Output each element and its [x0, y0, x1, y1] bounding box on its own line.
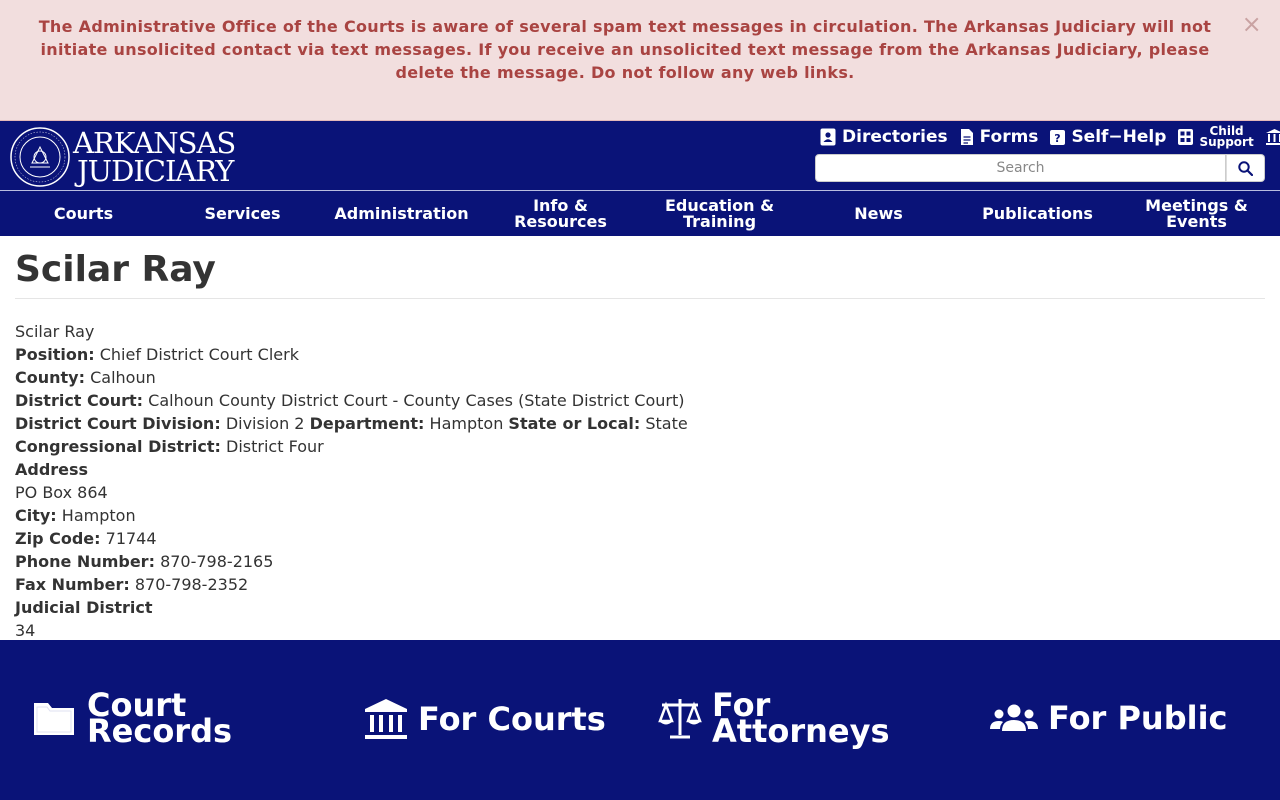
court-records-line2: Records: [87, 712, 233, 750]
forms-label: Forms: [979, 127, 1039, 147]
phone-label: Phone Number:: [15, 552, 155, 571]
folder-icon: [34, 703, 74, 735]
nav-courts[interactable]: Courts: [4, 191, 163, 236]
cut-off-utility-link[interactable]: A: [1265, 129, 1280, 145]
state-local-value: State: [645, 414, 688, 433]
child-support-link[interactable]: Child Support: [1178, 125, 1254, 149]
address-label: Address: [15, 460, 89, 479]
congressional-label: Congressional District:: [15, 437, 221, 456]
child-support-line2: Support: [1199, 135, 1254, 149]
calculator-icon: [1178, 129, 1194, 145]
nav-meetings-events[interactable]: Meetings & Events: [1117, 191, 1276, 236]
logo-line-arkansas: ARKANSAS: [73, 126, 236, 160]
city-label: City:: [15, 506, 57, 525]
address-value: PO Box 864: [15, 483, 108, 502]
logo-wordmark: ARKANSAS JUDICIARY: [73, 126, 236, 188]
quick-links-footer: Court Records For Courts For Attorneys F…: [0, 640, 1280, 800]
district-court-value: Calhoun County District Court - County C…: [148, 391, 685, 410]
directories-label: Directories: [842, 127, 948, 147]
city-row: City: Hampton: [15, 504, 1265, 527]
svg-text:?: ?: [1055, 132, 1061, 145]
courthouse-icon: [365, 699, 407, 739]
court-records-link[interactable]: Court Records: [31, 689, 233, 750]
zip-value: 71744: [105, 529, 157, 548]
county-value: Calhoun: [90, 368, 156, 387]
forms-link[interactable]: Forms: [960, 127, 1039, 147]
spam-alert-banner: The Administrative Office of the Courts …: [0, 0, 1280, 121]
site-search: [815, 154, 1265, 182]
congressional-value: District Four: [226, 437, 324, 456]
supreme-court-seal-icon: [10, 127, 70, 187]
child-support-label: Child Support: [1199, 125, 1254, 149]
phone-row: Phone Number: 870-798-2165: [15, 550, 1265, 573]
nav-publications[interactable]: Publications: [958, 191, 1117, 236]
zip-row: Zip Code: 71744: [15, 527, 1265, 550]
page-title: Scilar Ray: [15, 236, 1265, 299]
self-help-label: Self−Help: [1071, 127, 1167, 147]
city-value: Hampton: [61, 506, 136, 525]
question-square-icon: ?: [1050, 129, 1066, 145]
for-public-label: For Public: [1048, 699, 1228, 737]
division-row: District Court Division: Division 2 Depa…: [15, 412, 1265, 435]
position-row: Position: Chief District Court Clerk: [15, 343, 1265, 366]
balance-scale-icon: [658, 699, 702, 739]
state-local-label: State or Local:: [508, 414, 641, 433]
division-label: District Court Division:: [15, 414, 221, 433]
for-attorneys-line2: Attorneys: [712, 712, 890, 750]
nav-education-training[interactable]: Education & Training: [640, 191, 799, 236]
self-help-link[interactable]: ? Self−Help: [1050, 127, 1166, 147]
court-records-label: Court Records: [87, 689, 233, 750]
fax-row: Fax Number: 870-798-2352: [15, 573, 1265, 596]
directories-link[interactable]: Directories: [820, 127, 948, 147]
position-value: Chief District Court Clerk: [99, 345, 299, 364]
for-courts-link[interactable]: For Courts: [364, 698, 606, 740]
congressional-row: Congressional District: District Four: [15, 435, 1265, 458]
county-row: County: Calhoun: [15, 366, 1265, 389]
district-court-row: District Court: Calhoun County District …: [15, 389, 1265, 412]
nav-info-resources[interactable]: Info & Resources: [481, 191, 640, 236]
nav-news[interactable]: News: [799, 191, 958, 236]
judicial-label: Judicial District: [15, 598, 153, 617]
judicial-value: 34: [15, 621, 36, 640]
for-courts-label: For Courts: [418, 700, 606, 738]
address-card-icon: [820, 128, 836, 146]
logo-line-judiciary: JUDICIARY: [77, 154, 234, 188]
utility-links: Directories Forms ? Self−Help Child Supp…: [820, 125, 1280, 149]
search-button[interactable]: [1226, 154, 1265, 182]
nav-administration[interactable]: Administration: [322, 191, 481, 236]
fax-value: 870-798-2352: [134, 575, 249, 594]
main-nav: Courts Services Administration Info & Re…: [4, 191, 1276, 236]
county-label: County:: [15, 368, 85, 387]
users-icon: [990, 704, 1038, 731]
file-icon: [960, 129, 973, 145]
department-label: Department:: [309, 414, 425, 433]
position-label: Position:: [15, 345, 95, 364]
nav-services[interactable]: Services: [163, 191, 322, 236]
for-attorneys-label: For Attorneys: [712, 689, 890, 750]
district-court-label: District Court:: [15, 391, 144, 410]
alert-close-button[interactable]: ×: [1242, 12, 1262, 36]
site-header: ARKANSAS JUDICIARY Directories Forms ? S…: [0, 121, 1280, 236]
for-public-link[interactable]: For Public: [990, 699, 1228, 737]
main-content: Scilar Ray Scilar Ray Position: Chief Di…: [15, 236, 1265, 642]
alert-message: The Administrative Office of the Courts …: [38, 17, 1212, 82]
person-details: Scilar Ray Position: Chief District Cour…: [15, 320, 1265, 642]
phone-value: 870-798-2165: [160, 552, 274, 571]
search-input[interactable]: [815, 154, 1226, 182]
fax-label: Fax Number:: [15, 575, 130, 594]
search-icon: [1238, 160, 1253, 176]
courthouse-icon: [1265, 129, 1280, 145]
site-logo[interactable]: ARKANSAS JUDICIARY: [10, 126, 236, 188]
judicial-heading: Judicial District: [15, 596, 1265, 619]
person-name: Scilar Ray: [15, 322, 95, 341]
department-value: Hampton: [429, 414, 504, 433]
for-attorneys-link[interactable]: For Attorneys: [658, 689, 890, 750]
zip-label: Zip Code:: [15, 529, 101, 548]
division-value: Division 2: [225, 414, 305, 433]
address-heading: Address: [15, 458, 1265, 481]
